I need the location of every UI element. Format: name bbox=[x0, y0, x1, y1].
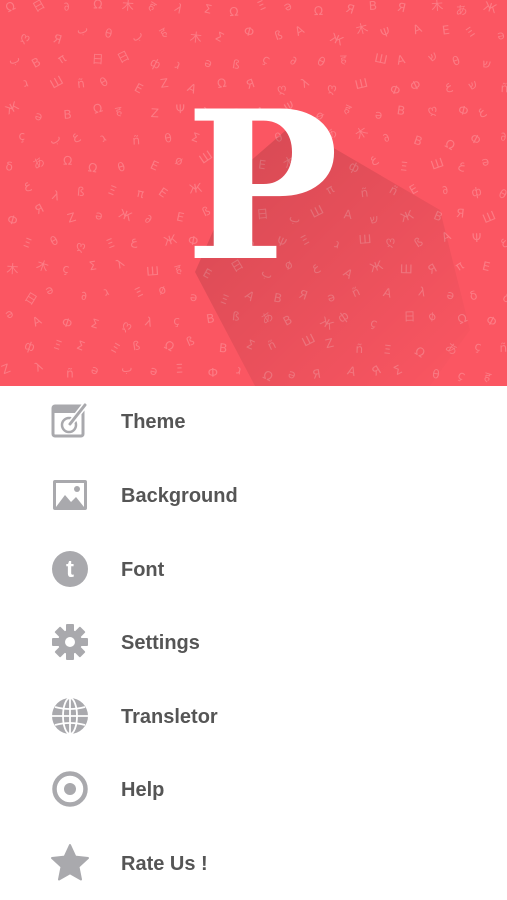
help-target-icon bbox=[50, 769, 90, 809]
menu-item-label: Font bbox=[121, 559, 165, 581]
svg-text:t: t bbox=[66, 556, 74, 583]
menu-item-label: Help bbox=[121, 779, 165, 801]
globe-icon bbox=[50, 696, 90, 736]
gear-icon bbox=[50, 622, 90, 662]
menu-item-label: Theme bbox=[121, 411, 186, 433]
menu-item-translator[interactable]: Transletor bbox=[0, 681, 507, 751]
menu-item-label: Rate Us ! bbox=[121, 853, 208, 875]
navigation-drawer: Ω 日 ∂ Ω 木 ह λ Σ Ω Ξə Ω Я B Я 木あ Жღ Я ب θ ب ह 木 Σ Фß A Ж 木 Ψ A E Ξə ب Bπ 日… bbox=[0, 0, 507, 900]
image-icon bbox=[50, 475, 90, 515]
menu-item-rate-us[interactable]: Rate Us ! bbox=[0, 828, 507, 898]
menu-item-font[interactable]: t Font bbox=[0, 534, 507, 604]
star-icon bbox=[50, 843, 90, 883]
menu-item-background[interactable]: Background bbox=[0, 460, 507, 530]
menu-item-label: Background bbox=[121, 485, 238, 507]
app-logo-letter: P bbox=[185, 67, 340, 307]
menu-item-label: Settings bbox=[121, 632, 200, 654]
drawer-menu: Theme Background t Font Settings Transle… bbox=[0, 386, 507, 900]
font-t-icon: t bbox=[50, 549, 90, 589]
menu-item-theme[interactable]: Theme bbox=[0, 386, 507, 456]
drawer-header: Ω 日 ∂ Ω 木 ह λ Σ Ω Ξə Ω Я B Я 木あ Жღ Я ب θ ب ह 木 Σ Фß A Ж 木 Ψ A E Ξə ب Bπ 日… bbox=[0, 0, 507, 386]
menu-item-help[interactable]: Help bbox=[0, 754, 507, 824]
menu-item-label: Transletor bbox=[121, 706, 218, 728]
menu-item-settings[interactable]: Settings bbox=[0, 607, 507, 677]
theme-palette-icon bbox=[50, 401, 90, 441]
